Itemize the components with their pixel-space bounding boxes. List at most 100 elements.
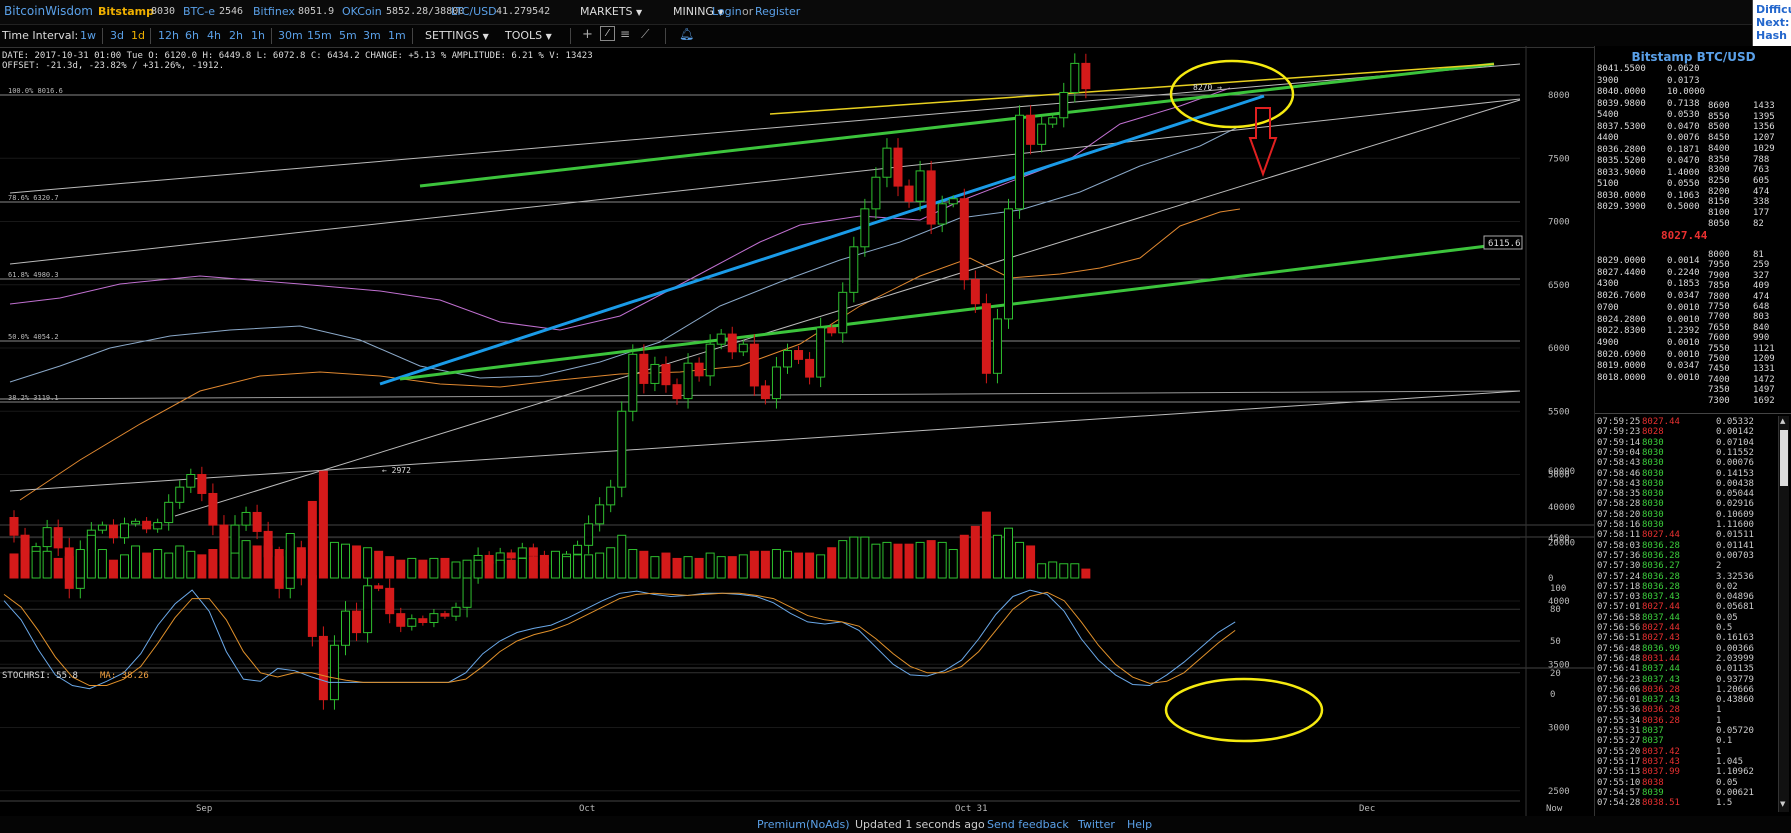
interval-12h[interactable]: 12h — [158, 29, 179, 42]
interval-1d[interactable]: 1d — [131, 29, 145, 42]
volume-bar — [827, 547, 837, 579]
or-text: or — [742, 5, 754, 18]
trade-time: 07:57:24 — [1597, 571, 1641, 582]
interval-1h[interactable]: 1h — [251, 29, 265, 42]
depth-ask-price: 8250 — [1708, 175, 1730, 186]
candle-body — [595, 504, 605, 525]
candle-body — [164, 501, 174, 524]
trade-amount: 0.16163 — [1716, 633, 1754, 644]
trade-amount: 0.5 — [1716, 623, 1733, 633]
depth-ask-sum: 338 — [1753, 197, 1770, 208]
trade-amount: 0.00438 — [1716, 478, 1754, 489]
ask-price: 8035.5200 — [1597, 156, 1646, 166]
interval-1m[interactable]: 1m — [388, 29, 406, 42]
trade-time: 07:58:43 — [1597, 458, 1641, 469]
depth-ask-sum: 82 — [1753, 218, 1764, 229]
volume-bar — [705, 552, 715, 579]
interval-6h[interactable]: 6h — [185, 29, 199, 42]
scrollbar-thumb[interactable] — [1780, 430, 1788, 486]
ticker-bitstamp-name[interactable]: Bitstamp — [98, 5, 154, 18]
interval-3d[interactable]: 3d — [110, 29, 124, 42]
interval-4h[interactable]: 4h — [207, 29, 221, 42]
trade-price: 8037.44 — [1642, 664, 1680, 675]
depth-ask-sum: 763 — [1753, 165, 1770, 176]
login-link[interactable]: Login — [712, 5, 742, 18]
interval-15m[interactable]: 15m — [307, 29, 332, 42]
stoch-tick-label: 80 — [1550, 605, 1561, 615]
volume-bar — [97, 549, 107, 579]
trade-time: 07:58:03 — [1597, 540, 1641, 551]
volume-bar — [849, 536, 859, 579]
candle-body — [617, 410, 627, 488]
ticker-okcoin-name[interactable]: OKCoin — [342, 5, 382, 18]
twitter-link[interactable]: Twitter — [1078, 818, 1115, 831]
volume-bar — [296, 547, 306, 579]
scroll-down-arrow-icon[interactable]: ▼ — [1780, 800, 1785, 808]
interval-5m[interactable]: 5m — [339, 29, 357, 42]
interval-30m[interactable]: 30m — [278, 29, 303, 42]
candle-body — [528, 547, 538, 556]
stoch-tick-label: 50 — [1550, 637, 1561, 647]
fib-tool-icon[interactable]: ⟋ — [641, 27, 649, 42]
trade-time: 07:55:10 — [1597, 777, 1641, 788]
candle-body — [1015, 114, 1025, 210]
ticker-btce-name[interactable]: BTC-e — [183, 5, 215, 18]
bid-price: 8018.0000 — [1597, 373, 1646, 383]
candle-body — [838, 291, 848, 334]
interval-1w[interactable]: 1w — [80, 29, 96, 42]
price-tick-label: 2500 — [1548, 787, 1570, 797]
register-link[interactable]: Register — [755, 5, 800, 18]
depth-ask-price: 8450 — [1708, 133, 1730, 144]
volume-bar — [628, 549, 638, 579]
logo[interactable]: BitcoinWisdom — [4, 4, 93, 18]
trade-price: 8031.44 — [1642, 653, 1680, 664]
crosshair-tool-icon[interactable]: + — [582, 27, 593, 42]
interval-3m[interactable]: 3m — [363, 29, 381, 42]
volume-bar — [893, 543, 903, 579]
interval-2h[interactable]: 2h — [229, 29, 243, 42]
trade-time: 07:55:36 — [1597, 705, 1641, 716]
depth-ask-sum: 1433 — [1753, 101, 1775, 111]
candle-body — [981, 303, 991, 374]
settings-menu[interactable]: SETTINGS ▼ — [425, 29, 489, 42]
premium-link[interactable]: Premium(NoAds) — [757, 818, 850, 831]
depth-bid-sum: 648 — [1753, 302, 1770, 312]
scroll-up-arrow-icon[interactable]: ▲ — [1780, 417, 1785, 425]
help-link[interactable]: Help — [1127, 818, 1152, 831]
ticker-ltc-name[interactable]: LTC/USD — [451, 5, 497, 18]
bid-amount: 0.0347 — [1667, 291, 1700, 302]
trade-amount: 0.05720 — [1716, 726, 1754, 736]
depth-bid-sum: 990 — [1753, 333, 1770, 344]
alert-bell-icon[interactable]: 🔔︎ — [679, 27, 694, 41]
markets-menu[interactable]: MARKETS ▼ — [580, 5, 642, 18]
trade-amount: 0.05681 — [1716, 602, 1754, 613]
ticker-btce-price: 2546 — [219, 6, 244, 17]
tools-menu[interactable]: TOOLS ▼ — [505, 29, 552, 42]
fib-label: 50.0% 4054.2 — [8, 333, 59, 341]
fib-label: 61.8% 4980.3 — [8, 271, 59, 279]
ask-amount: 0.0470 — [1667, 156, 1700, 166]
trade-time: 07:54:57 — [1597, 787, 1641, 798]
trade-amount: 0.00366 — [1716, 643, 1754, 654]
trade-amount: 0.43860 — [1716, 695, 1754, 706]
orderbook-title: Bitstamp BTC/USD — [1631, 50, 1756, 64]
mining-label: MINING — [673, 5, 714, 18]
chevron-down-icon: ▼ — [482, 32, 489, 41]
ask-amount: 0.1871 — [1667, 144, 1700, 155]
price-chart[interactable]: 100.0% 8016.6 78.6% 6320.7 61.8% 4980.3 50.… — [0, 46, 1594, 816]
trade-price: 8037.43 — [1642, 592, 1680, 603]
trade-amount: 1.5 — [1716, 798, 1733, 809]
hlines-tool-icon[interactable]: ≡ — [620, 27, 630, 41]
volume-bar — [1037, 563, 1047, 579]
bid-amount: 0.0014 — [1667, 256, 1700, 266]
line-tool-icon[interactable]: ⁄ — [600, 26, 615, 41]
candle-body — [318, 635, 328, 701]
trend-line-green-upper — [419, 62, 1495, 188]
volume-bar — [727, 556, 737, 579]
feedback-link[interactable]: Send feedback — [987, 818, 1069, 831]
ticker-bitfinex-name[interactable]: Bitfinex — [253, 5, 295, 18]
trades-scrollbar[interactable]: ▲ ▼ — [1778, 416, 1789, 812]
candle-body — [672, 384, 682, 400]
trade-price: 8030 — [1642, 468, 1664, 479]
depth-ask-price: 8500 — [1708, 122, 1730, 133]
